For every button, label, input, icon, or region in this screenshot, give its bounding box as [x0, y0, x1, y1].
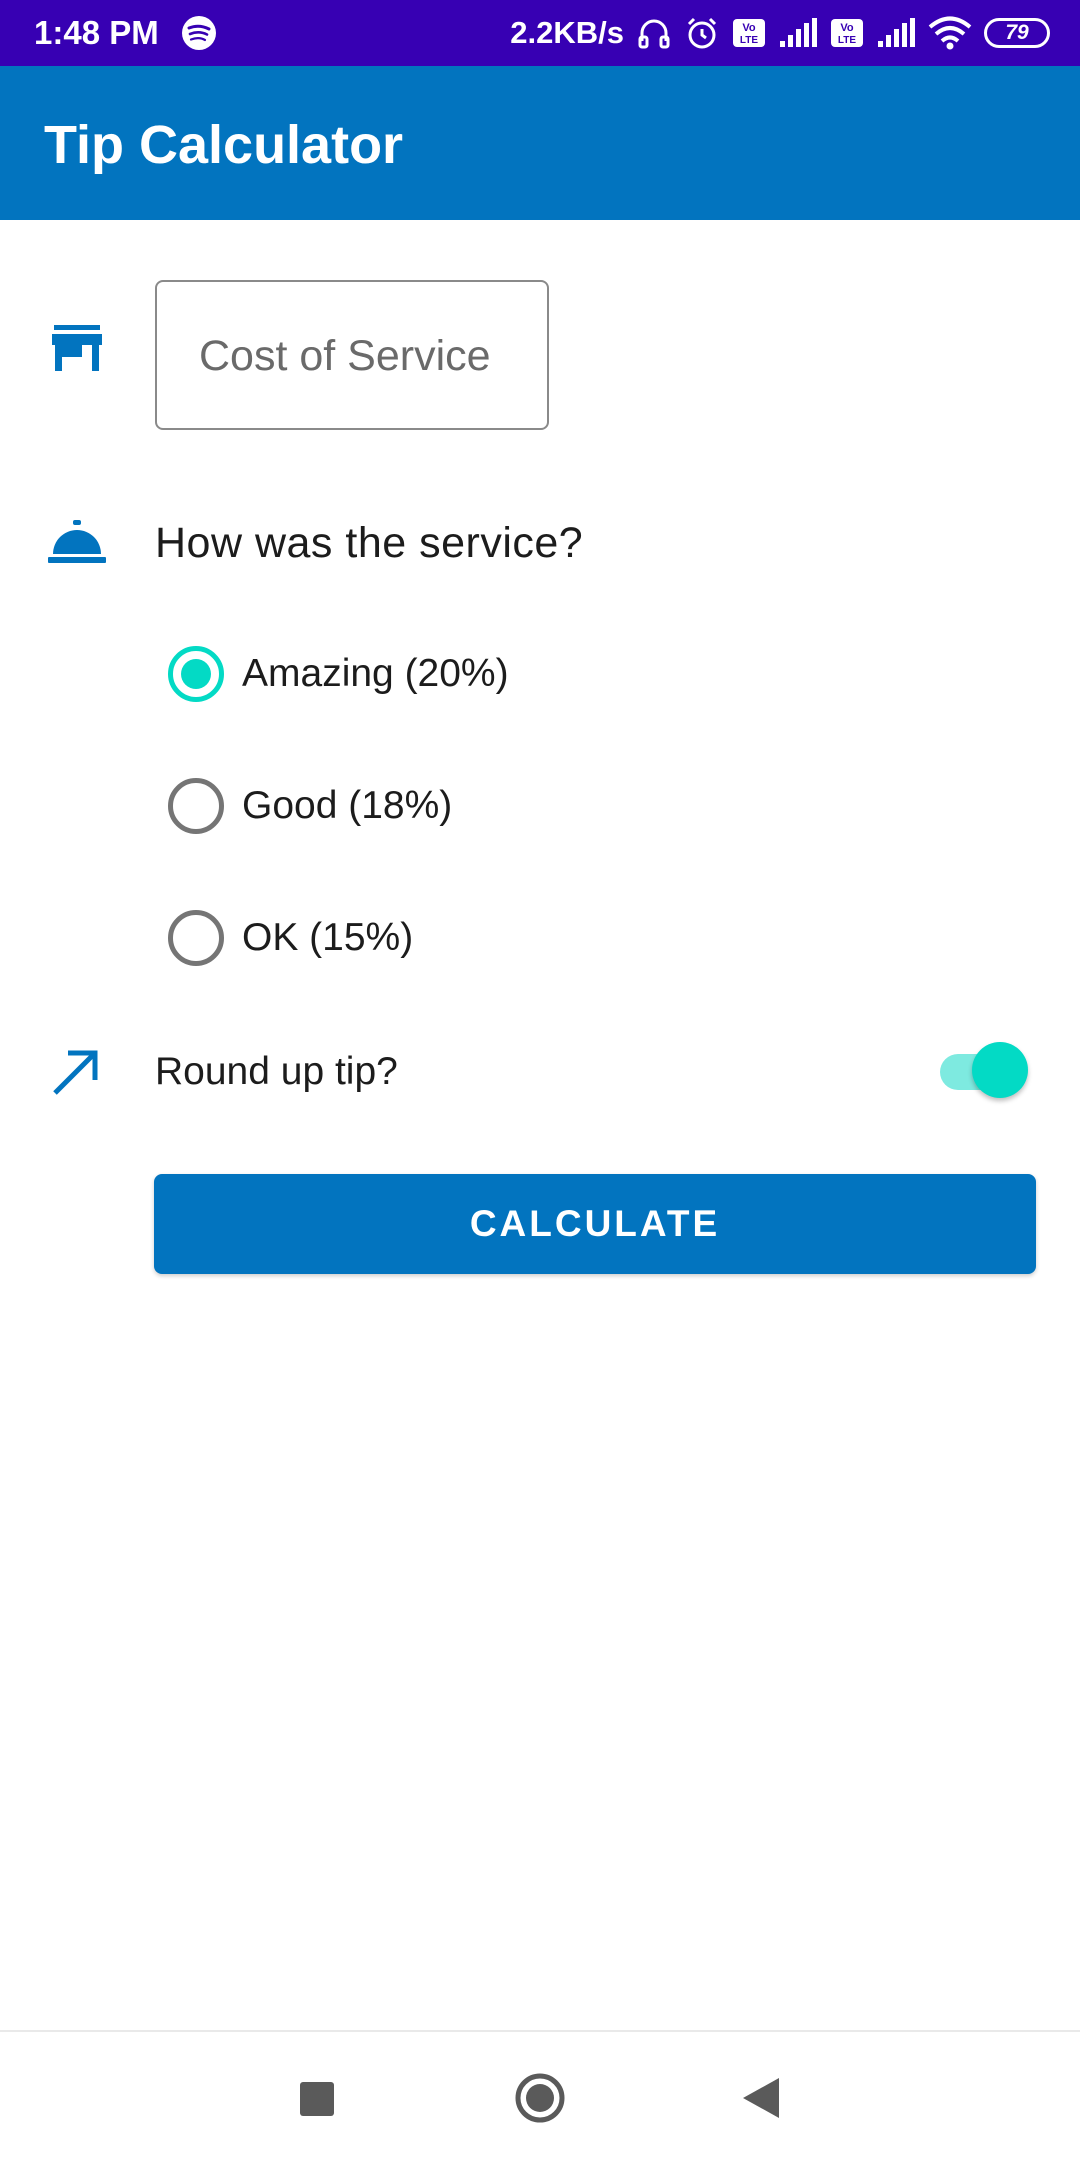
calculate-button[interactable]: CALCULATE — [154, 1174, 1036, 1274]
recents-icon[interactable] — [300, 2082, 334, 2116]
radio-option-amazing[interactable]: Amazing (20%) — [168, 639, 509, 709]
signal-icon — [780, 18, 817, 47]
signal-icon — [878, 18, 915, 47]
battery-level: 79 — [1005, 21, 1029, 44]
wifi-icon — [928, 16, 972, 50]
back-icon[interactable] — [741, 2076, 781, 2120]
radio-option-good[interactable]: Good (18%) — [168, 771, 452, 841]
svg-text:LTE: LTE — [838, 35, 856, 46]
alarm-icon — [687, 17, 717, 49]
volte-icon: Vo LTE — [733, 19, 765, 47]
radio-button[interactable] — [168, 910, 224, 966]
status-bar: 1:48 PM 2.2KB/s Vo LTE Vo LTE 79 — [0, 0, 1080, 66]
svg-text:Vo: Vo — [840, 22, 854, 34]
svg-text:Vo: Vo — [742, 22, 756, 34]
volte-icon: Vo LTE — [831, 19, 863, 47]
app-bar: Tip Calculator — [0, 66, 1080, 220]
navigation-bar — [0, 2030, 1080, 2162]
round-up-switch[interactable] — [936, 1042, 1028, 1100]
status-time: 1:48 PM — [34, 14, 159, 51]
headphones-icon — [638, 19, 670, 49]
radio-option-ok[interactable]: OK (15%) — [168, 903, 413, 973]
switch-thumb[interactable] — [972, 1042, 1028, 1098]
radio-button-checked[interactable] — [168, 646, 224, 702]
home-icon[interactable] — [514, 2072, 566, 2124]
service-question-label: How was the service? — [155, 519, 584, 567]
store-icon — [52, 325, 102, 371]
app-title: Tip Calculator — [44, 115, 404, 175]
radio-label: Good (18%) — [242, 784, 453, 827]
radio-label: OK (15%) — [242, 916, 414, 959]
round-up-tip-label: Round up tip? — [155, 1050, 398, 1093]
room-service-icon — [48, 520, 106, 563]
cost-of-service-field[interactable] — [155, 280, 549, 430]
spotify-icon — [182, 16, 216, 50]
svg-text:LTE: LTE — [740, 35, 758, 46]
radio-button[interactable] — [168, 778, 224, 834]
trending-up-arrow-icon — [53, 1050, 98, 1095]
radio-label: Amazing (20%) — [242, 652, 509, 695]
battery-icon: 79 — [984, 18, 1050, 48]
network-speed: 2.2KB/s — [510, 15, 624, 50]
cost-of-service-input[interactable] — [199, 326, 539, 386]
status-icons: 2.2KB/s Vo LTE Vo LTE 79 — [510, 10, 1050, 56]
